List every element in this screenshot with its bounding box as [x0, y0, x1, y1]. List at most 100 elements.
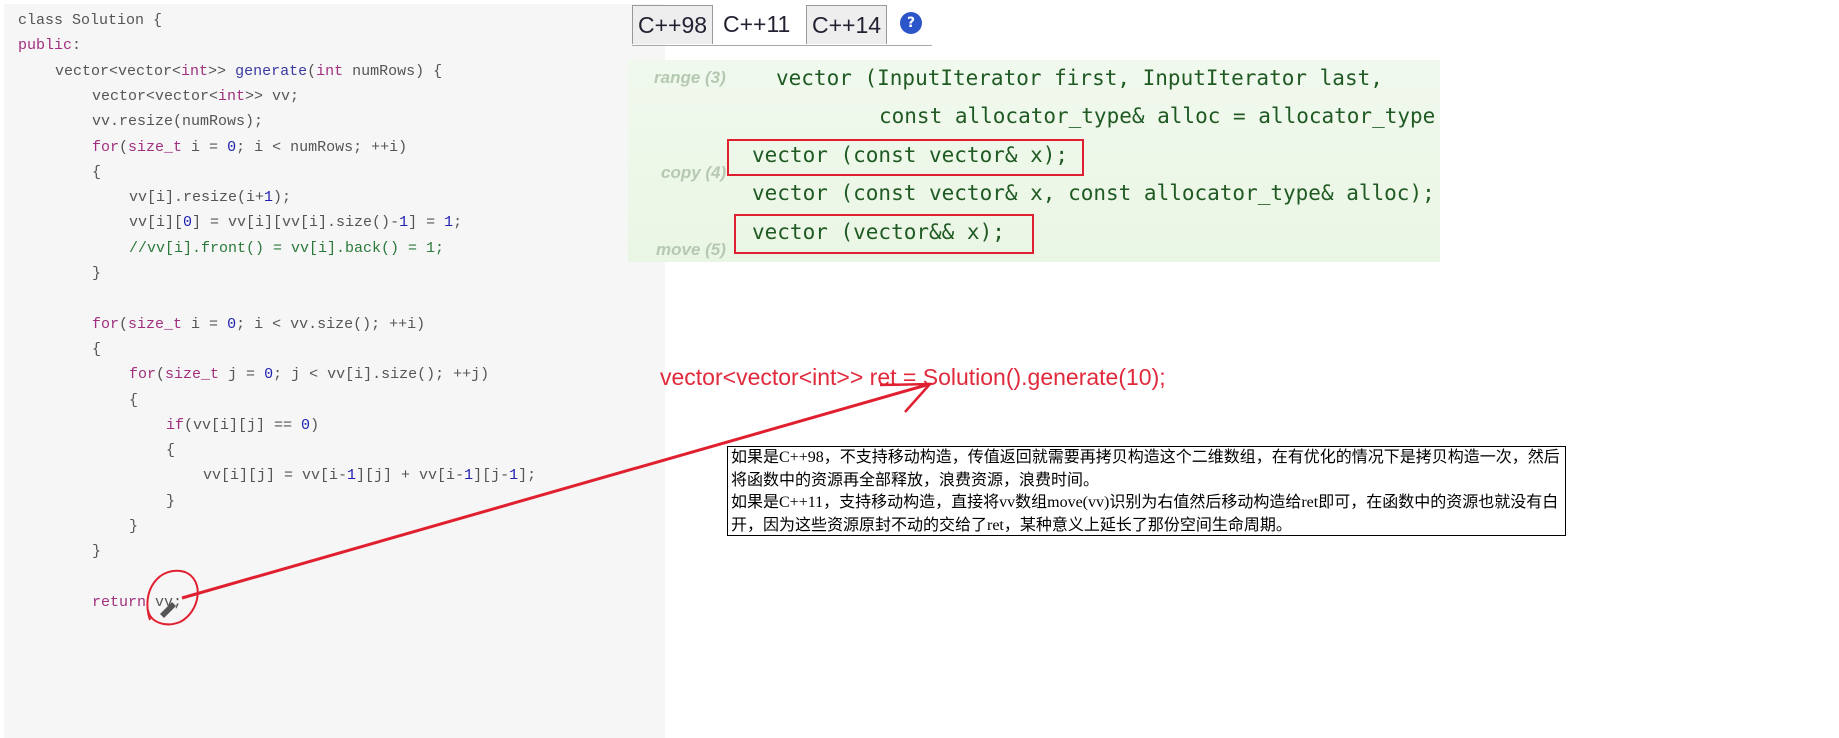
code-token: j = [219, 366, 265, 384]
range-ctor-line2: const allocator_type& alloc = allocator_… [879, 104, 1436, 128]
code-token: { [92, 163, 102, 181]
code-line: { [92, 164, 101, 181]
code-token: //vv[i].front() = vv[i].back() = 1; [129, 239, 445, 257]
code-token: (vv[i][j] == [184, 416, 302, 434]
code-token: 1 [464, 467, 474, 485]
code-line: { [129, 392, 138, 409]
code-token: } [166, 492, 176, 510]
code-line: vector<vector<int>> generate(int numRows… [55, 63, 442, 80]
code-token: ; i < numRows; ++i) [236, 138, 408, 156]
code-line: } [129, 518, 138, 535]
code-token: ); [273, 189, 292, 207]
code-token: int [181, 62, 209, 80]
code-token: public [18, 37, 73, 55]
code-token: 0 [183, 214, 193, 232]
tab-cpp98[interactable]: C++98 [632, 5, 714, 44]
code-token: class Solution { [18, 12, 163, 29]
note-cpp11: 如果是C++11，支持移动构造，直接将vv数组move(vv)识别为右值然后移动… [731, 494, 1559, 534]
code-token: ) [310, 416, 320, 434]
move-label: move (5) [656, 240, 726, 259]
code-line: } [92, 265, 101, 282]
explanation-note: 如果是C++98，不支持移动构造，传值返回就需要再拷贝构造这个二维数组，在有优化… [727, 446, 1566, 536]
code-line: for(size_t j = 0; j < vv[i].size(); ++j) [129, 366, 489, 383]
code-token: 1 [444, 214, 454, 232]
copy-ctor-alloc: vector (const vector& x, const allocator… [752, 181, 1435, 205]
code-token: vv[i].resize(i+ [129, 189, 265, 207]
code-token: for [92, 315, 120, 333]
code-token: for [129, 366, 157, 384]
code-token: if [166, 416, 185, 434]
code-token: 0 [264, 366, 274, 384]
code-line: } [92, 543, 101, 560]
code-token: ( [119, 138, 129, 156]
code-token: } [92, 265, 102, 282]
code-token: >> [208, 62, 236, 80]
code-token: vector<vector< [92, 87, 219, 105]
code-token: return [92, 593, 147, 611]
code-line: vv[i][0] = vv[i][vv[i].size()-1] = 1; [129, 214, 462, 231]
code-token: vv; [146, 593, 183, 611]
code-panel: class Solution {public: vector<vector<int… [4, 4, 665, 738]
note-cpp98: 如果是C++98，不支持移动构造，传值返回就需要再拷贝构造这个二维数组，在有优化… [731, 449, 1560, 489]
code-token: vv[i][j] = vv[i- [203, 467, 348, 485]
code-token: 1 [264, 189, 274, 207]
code-line: return vv; [92, 594, 182, 611]
move-ctor-highlight [734, 214, 1034, 254]
code-token: vv[i][ [129, 214, 184, 232]
code-token: size_t [128, 315, 183, 333]
code-token: 0 [301, 416, 311, 434]
code-token: ; i < vv.size(); ++i) [236, 315, 426, 333]
code-token: ( [119, 315, 129, 333]
code-line: public: [18, 37, 81, 54]
code-token: ][j- [473, 467, 510, 485]
code-token: for [92, 138, 120, 156]
code-token: } [92, 543, 102, 561]
copy-ctor-highlight [727, 139, 1084, 176]
code-token: { [92, 340, 102, 358]
code-token: >> vv; [245, 87, 300, 105]
copy-label: copy (4) [661, 163, 727, 182]
code-token: i = [182, 138, 228, 156]
code-token: 1 [347, 467, 357, 485]
code-token: ][j] + vv[i- [356, 467, 465, 485]
code-line: for(size_t i = 0; i < vv.size(); ++i) [92, 316, 425, 333]
code-token: ]; [518, 467, 537, 485]
code-token: ( [156, 366, 166, 384]
code-token: ; [453, 214, 463, 232]
code-token: generate [235, 62, 308, 80]
help-icon[interactable]: ? [900, 12, 922, 34]
code-token: int [218, 87, 246, 105]
code-token: ; j < vv[i].size(); ++j) [273, 366, 490, 384]
code-token: 1 [399, 214, 409, 232]
code-token: vector<vector< [55, 62, 182, 80]
code-token: ] = [408, 214, 445, 232]
code-line: vv[i][j] = vv[i-1][j] + vv[i-1][j-1]; [203, 467, 536, 484]
code-token: { [129, 391, 139, 409]
code-line: vv[i].resize(i+1); [129, 189, 291, 206]
code-token: numRows) { [343, 62, 443, 80]
code-line: for(size_t i = 0; i < numRows; ++i) [92, 139, 407, 156]
code-line: } [166, 493, 175, 510]
code-token: 1 [509, 467, 519, 485]
tab-cpp11[interactable]: C++11 [718, 5, 795, 43]
code-token: { [166, 442, 176, 460]
call-expression: vector<vector<int>> ret = Solution().gen… [660, 364, 1166, 390]
code-token: ] = vv[i][vv[i].size()- [192, 214, 400, 232]
code-token: int [316, 62, 344, 80]
code-token: : [72, 37, 82, 55]
code-line: { [92, 341, 101, 358]
range-ctor-line1: vector (InputIterator first, InputIterat… [776, 66, 1383, 90]
code-token: vv.resize(numRows); [92, 113, 264, 131]
constructor-reference: range (3) copy (4) move (5) vector (Inpu… [628, 60, 1440, 262]
code-token: i = [182, 315, 228, 333]
code-line: { [166, 442, 175, 459]
range-label: range (3) [654, 68, 726, 87]
code-token: size_t [165, 366, 220, 384]
code-token: } [129, 518, 139, 535]
standard-tabs: C++98 C++11 C++14 ? [632, 3, 932, 46]
code-token: size_t [128, 138, 183, 156]
code-line: vector<vector<int>> vv; [92, 88, 299, 105]
code-token: ( [307, 62, 317, 80]
tab-cpp14[interactable]: C++14 [806, 5, 888, 44]
code-line: vv.resize(numRows); [92, 113, 263, 130]
